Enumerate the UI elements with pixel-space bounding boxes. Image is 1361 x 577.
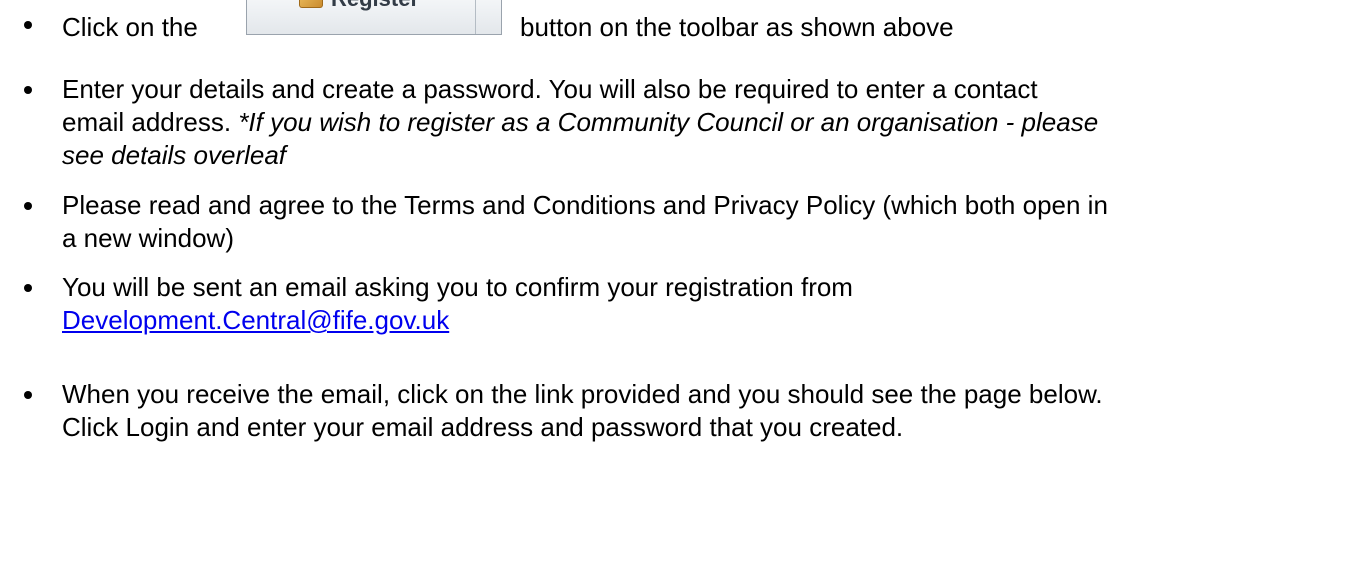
text-line: When you receive the email, click on the… bbox=[62, 379, 1103, 409]
text-line: Please read and agree to the Terms and C… bbox=[62, 190, 1108, 220]
text-line: email address. *If you wish to register … bbox=[62, 106, 1352, 139]
text-line: Development.Central@fife.gov.uk bbox=[62, 304, 1352, 337]
italic-note: *If you wish to register as a Community … bbox=[238, 107, 1099, 137]
italic-note: see details overleaf bbox=[62, 140, 287, 170]
toolbar-divider bbox=[475, 0, 476, 34]
list-item: Click on the Register button on the tool… bbox=[24, 0, 1344, 48]
email-link[interactable]: Development.Central@fife.gov.uk bbox=[62, 305, 449, 335]
register-button-label: Register bbox=[331, 0, 419, 15]
text-line: Click Login and enter your email address… bbox=[62, 412, 904, 442]
text-line: Enter your details and create a password… bbox=[62, 74, 1038, 104]
instruction-text: When you receive the email, click on the… bbox=[62, 378, 1352, 444]
instruction-text: Click on the bbox=[62, 12, 198, 42]
text-line: a new window) bbox=[62, 223, 234, 253]
bullet-icon bbox=[24, 86, 32, 94]
text-line: You will be sent an email asking you to … bbox=[62, 272, 853, 302]
instruction-text: You will be sent an email asking you to … bbox=[62, 271, 1352, 337]
instruction-text: button on the toolbar as shown above bbox=[520, 12, 954, 42]
register-icon bbox=[299, 0, 323, 8]
instruction-text: Enter your details and create a password… bbox=[62, 73, 1352, 172]
register-button-image: Register bbox=[246, 0, 502, 35]
bullet-icon bbox=[24, 21, 32, 29]
bullet-icon bbox=[24, 284, 32, 292]
bullet-icon bbox=[24, 391, 32, 399]
text-span: email address. bbox=[62, 107, 239, 137]
instruction-text: Please read and agree to the Terms and C… bbox=[62, 189, 1352, 255]
bullet-icon bbox=[24, 202, 32, 210]
